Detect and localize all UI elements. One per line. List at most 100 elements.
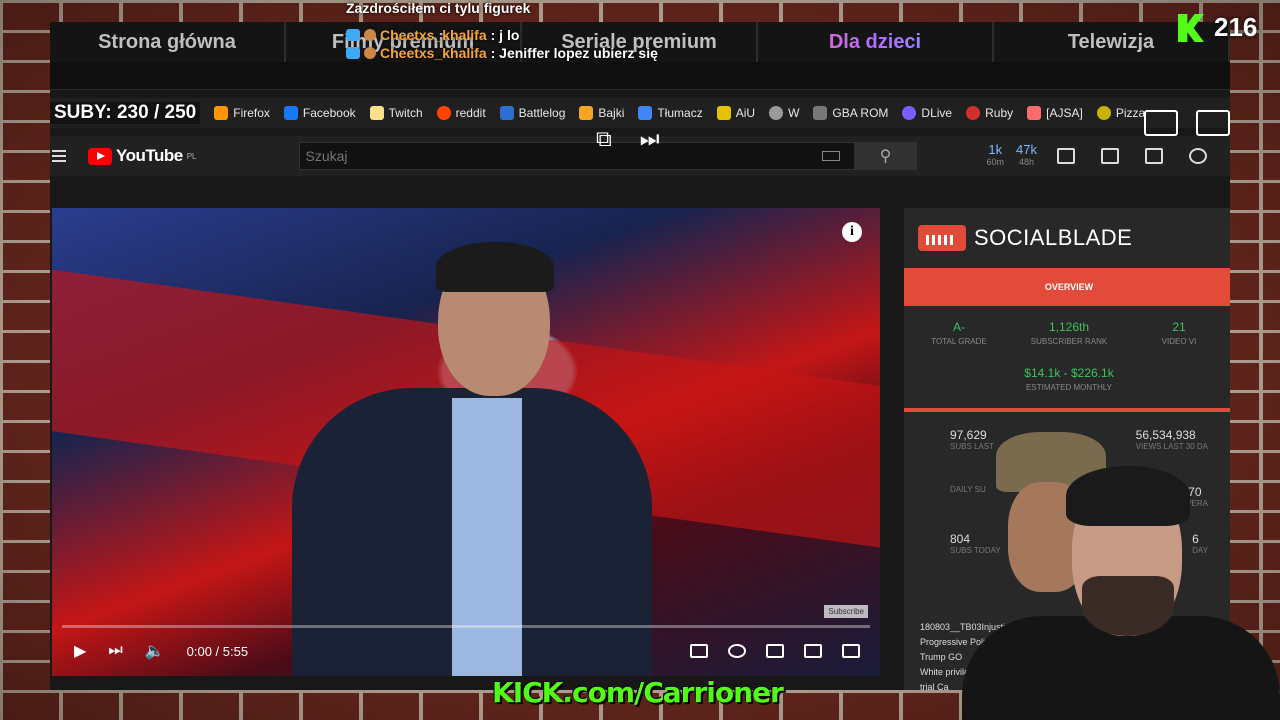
bookmark[interactable]: Ruby	[966, 106, 1013, 120]
bookmark-label: Facebook	[302, 106, 356, 120]
bookmark-label: Twitch	[388, 106, 423, 120]
youtube-play-icon	[88, 147, 112, 165]
nav-home[interactable]: Strona główna	[50, 22, 286, 62]
search-input[interactable]	[299, 148, 822, 164]
sub-badge-icon	[346, 28, 360, 41]
picture-in-picture-icon[interactable]	[1144, 110, 1178, 136]
grade-cell: A- TOTAL GRADE	[931, 320, 987, 346]
bookmarks-bar: SUBY: 230 / 250 Firefox Facebook Twitch …	[50, 98, 1230, 128]
chat-overlay: Zazdrościłem ci tylu figurek Cheetxs_kha…	[346, 0, 658, 66]
rank-cell: 1,126th SUBSCRIBER RANK	[1030, 320, 1108, 346]
bookmark[interactable]: DLive	[902, 106, 952, 120]
estimated-monthly: $14.1k - $226.1k ESTIMATED MONTHLY	[1024, 366, 1114, 392]
bookmark-label: AiU	[735, 106, 756, 120]
bookmark-label: Pizza	[1115, 106, 1146, 120]
wordpress-icon	[769, 106, 784, 120]
apps-grid-icon[interactable]	[1144, 148, 1163, 164]
tab-overview[interactable]: OVERVIEW	[904, 268, 1230, 306]
aiu-icon	[716, 106, 731, 120]
stat-60m: 1k 60m	[986, 142, 1005, 167]
play-icon[interactable]: ▶	[74, 641, 86, 661]
messages-icon[interactable]	[1188, 148, 1207, 164]
chat-text: : j lo	[490, 26, 520, 43]
nav-tv[interactable]: Telewizja	[994, 22, 1230, 62]
search-box	[298, 142, 855, 170]
kick-channel-url: KICK.com/Carrioner	[492, 676, 784, 709]
bookmark[interactable]: [AJSA]	[1027, 106, 1083, 120]
bookmark[interactable]: Bajki	[579, 106, 624, 120]
next-icon[interactable]: ⏭	[108, 642, 122, 660]
bookmark-label: Ruby	[985, 106, 1014, 120]
volume-icon[interactable]: 🔈	[145, 641, 165, 661]
bookmark[interactable]: reddit	[436, 106, 486, 120]
socialblade-logo[interactable]: SOCIALBLADE	[904, 208, 1230, 268]
search-icon: ⚲	[879, 148, 892, 165]
info-icon[interactable]: i	[842, 222, 862, 242]
nav-kids[interactable]: Dla dzieci	[758, 22, 994, 62]
firefox-icon	[214, 106, 229, 120]
region-code: PL	[186, 151, 197, 161]
menu-icon[interactable]	[52, 150, 66, 162]
player-controls: ▶ ⏭ 🔈 0:00 / 5:55	[52, 634, 880, 668]
video-person-hair	[436, 242, 554, 292]
skip-next-icon[interactable]: ⏭	[640, 126, 660, 152]
viewer-count: 216	[1214, 12, 1258, 42]
bookmark[interactable]: Twitch	[369, 106, 423, 120]
settings-icon[interactable]	[728, 644, 746, 658]
cast-icon[interactable]	[1196, 110, 1230, 136]
translate-icon	[638, 106, 653, 120]
player-right-controls	[690, 644, 880, 658]
youtube-logo[interactable]: YouTube PL	[88, 146, 197, 166]
bookmark-label: Battlelog	[518, 106, 566, 120]
youtube-wordmark: YouTube	[116, 146, 183, 165]
youtube-tools	[1056, 148, 1207, 164]
bookmark-label: [AJSA]	[1046, 106, 1083, 120]
cast-icon[interactable]	[804, 644, 822, 658]
bookmark-label: W	[788, 106, 800, 120]
video-progress-bar[interactable]	[62, 625, 870, 628]
sub-badge-icon	[346, 46, 360, 59]
stat-48h: 47k 48h	[1016, 142, 1037, 167]
user-badge-icon	[364, 46, 376, 59]
search-button[interactable]: ⚲	[854, 142, 917, 170]
keyboard-icon[interactable]	[821, 151, 840, 161]
ruby-icon	[966, 106, 981, 120]
bookmark[interactable]: Battlelog	[499, 106, 566, 120]
bookmark[interactable]: Tłumacz	[638, 106, 703, 120]
bookmark-label: Bajki	[598, 106, 625, 120]
user-badge-icon	[364, 28, 376, 41]
chat-text: : Jeniffer lopez ubierz się	[490, 44, 658, 61]
bookmark[interactable]: AiU	[716, 106, 756, 120]
captions-icon[interactable]	[690, 644, 708, 658]
chat-message: Cheetxs_khalifa : Jeniffer lopez ubierz …	[346, 39, 658, 66]
site-subbar	[50, 62, 1230, 90]
streamer-beard	[1082, 576, 1174, 636]
popout-icon[interactable]: ⧉	[596, 126, 612, 152]
chat-message-partial: Zazdrościłem ci tylu figurek	[346, 0, 658, 21]
reddit-icon	[436, 106, 451, 120]
video-player[interactable]: i Subscribe ▶ ⏭ 🔈 0:00 / 5:55	[52, 208, 880, 676]
bookmark[interactable]: Pizza	[1096, 106, 1146, 120]
fullscreen-icon[interactable]	[842, 644, 860, 658]
create-video-icon[interactable]	[1100, 148, 1119, 164]
bookmark-label: DLive	[921, 106, 953, 120]
bookmark-label: reddit	[455, 106, 486, 120]
bookmark[interactable]: W	[769, 106, 799, 120]
subscribe-watermark[interactable]: Subscribe	[824, 605, 868, 618]
screen-share-icons	[1144, 110, 1230, 136]
bajki-icon	[579, 106, 594, 120]
bookmark-label: Tłumacz	[657, 106, 703, 120]
theater-mode-icon[interactable]	[766, 644, 784, 658]
gba-rom-icon	[813, 106, 828, 120]
battlelog-icon	[499, 106, 514, 120]
video-views-cell: 21 VIDEO VI	[1161, 320, 1197, 346]
bookmark[interactable]: GBA ROM	[813, 106, 888, 120]
folder-icon	[369, 106, 384, 120]
dlive-icon	[902, 106, 917, 120]
bookmark[interactable]: Facebook	[283, 106, 356, 120]
facebook-icon	[283, 106, 298, 120]
bookmark[interactable]: Firefox	[214, 106, 270, 120]
analytics-icon[interactable]	[1056, 148, 1075, 164]
realtime-stats: 1k 60m 47k 48h	[987, 143, 1037, 169]
streamer-hair	[1066, 466, 1190, 526]
